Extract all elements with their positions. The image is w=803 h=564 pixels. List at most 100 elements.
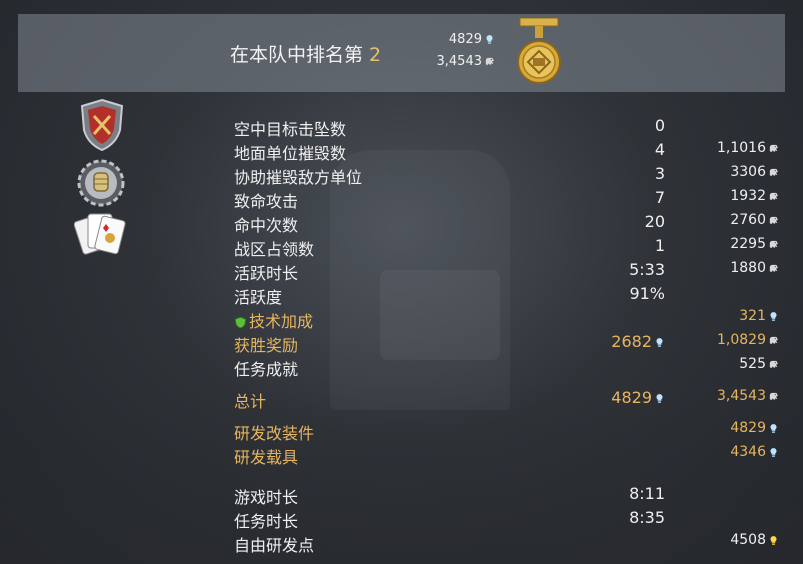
research-mods-row: 研发改装件 4829 bbox=[234, 418, 779, 443]
stat-reward-value: 3306 bbox=[730, 164, 766, 180]
stat-label: 空中目标击坠数 bbox=[234, 120, 347, 139]
research-point-icon bbox=[654, 337, 665, 348]
total-silver: 3,4543 bbox=[717, 388, 779, 404]
total-rp-value: 4829 bbox=[611, 388, 652, 407]
silver-lion-icon bbox=[768, 167, 779, 178]
game-time-label: 游戏时长 bbox=[234, 488, 299, 507]
stat-label: 活跃时长 bbox=[234, 264, 299, 283]
stat-value: 91% bbox=[629, 284, 665, 303]
silver-lion-icon bbox=[768, 239, 779, 250]
victory-silver-value: 1,0829 bbox=[717, 332, 766, 348]
mission-achievement-row: 任务成就 525 bbox=[234, 354, 779, 379]
total-silver-value: 3,4543 bbox=[717, 388, 766, 404]
stat-value: 4 bbox=[654, 140, 665, 159]
victory-reward-rp: 2682 bbox=[611, 332, 665, 351]
stat-value: 20 bbox=[644, 212, 665, 231]
victory-reward-row: 获胜奖励 2682 1,0829 bbox=[234, 330, 779, 355]
stat-reward-value: 1932 bbox=[730, 188, 766, 204]
tech-bonus-row: 技术加成 321 bbox=[234, 306, 779, 332]
stat-label: 命中次数 bbox=[234, 216, 299, 235]
stat-value: 0 bbox=[654, 116, 665, 135]
research-vehicle-value: 4346 bbox=[730, 444, 766, 460]
research-mods-reward: 4829 bbox=[730, 420, 779, 436]
header-silver-value: 3,4543 bbox=[436, 54, 483, 69]
shield-award-icon[interactable] bbox=[78, 98, 126, 152]
mission-time-value: 8:35 bbox=[629, 508, 665, 527]
free-rp-row: 自由研发点 4508 bbox=[234, 530, 779, 555]
victory-reward-silver: 1,0829 bbox=[717, 332, 779, 348]
header-silver-lions: 3,4543 bbox=[437, 54, 496, 69]
stat-value: 5:33 bbox=[629, 260, 665, 279]
mission-time-label: 任务时长 bbox=[234, 512, 299, 531]
mission-achievement-value: 525 bbox=[739, 356, 766, 372]
free-rp-value: 4508 bbox=[730, 532, 766, 548]
victory-rp-value: 2682 bbox=[611, 332, 652, 351]
stat-label: 战区占领数 bbox=[234, 240, 315, 259]
game-time-row: 游戏时长 8:11 bbox=[234, 482, 779, 507]
stat-value: 7 bbox=[654, 188, 665, 207]
silver-lion-icon bbox=[768, 391, 779, 402]
result-header: 在本队中排名第 2 4829 3,4543 bbox=[18, 14, 785, 92]
tech-bonus-text: 技术加成 bbox=[249, 312, 314, 331]
stat-reward: 1932 bbox=[730, 188, 779, 204]
total-rp: 4829 bbox=[611, 388, 665, 407]
stat-reward: 2295 bbox=[730, 236, 779, 252]
stat-label: 协助摧毁敌方单位 bbox=[234, 168, 363, 187]
mission-time-row: 任务时长 8:35 bbox=[234, 506, 779, 531]
silver-lion-icon bbox=[768, 359, 779, 370]
stat-row: 活跃度 91% bbox=[234, 282, 779, 307]
research-mods-label: 研发改装件 bbox=[234, 424, 315, 443]
tech-bonus-reward: 321 bbox=[739, 308, 779, 324]
stat-reward: 1,1016 bbox=[717, 140, 779, 156]
stat-row: 空中目标击坠数 0 bbox=[234, 114, 779, 139]
fist-gear-award-icon[interactable] bbox=[77, 156, 125, 210]
stat-row: 战区占领数 1 2295 bbox=[234, 234, 779, 259]
mission-achievement-reward: 525 bbox=[739, 356, 779, 372]
stat-reward-value: 2295 bbox=[730, 236, 766, 252]
research-vehicle-reward: 4346 bbox=[730, 444, 779, 460]
silver-lion-icon bbox=[768, 215, 779, 226]
research-point-icon bbox=[768, 447, 779, 458]
research-mods-value: 4829 bbox=[730, 420, 766, 436]
stat-value: 3 bbox=[654, 164, 665, 183]
research-point-icon bbox=[768, 423, 779, 434]
stat-reward: 3306 bbox=[730, 164, 779, 180]
tech-bonus-value: 321 bbox=[739, 308, 766, 324]
silver-lion-icon bbox=[768, 191, 779, 202]
stat-label: 活跃度 bbox=[234, 288, 283, 307]
silver-lion-icon bbox=[768, 263, 779, 274]
gold-bulb-icon bbox=[768, 535, 779, 546]
gold-medal-icon[interactable] bbox=[516, 18, 562, 90]
rank-number: 2 bbox=[369, 44, 382, 66]
playing-cards-award-icon[interactable] bbox=[74, 208, 126, 266]
stat-value: 1 bbox=[654, 236, 665, 255]
research-point-icon bbox=[484, 34, 495, 45]
stat-row: 地面单位摧毁数 4 1,1016 bbox=[234, 138, 779, 163]
header-rp-value: 4829 bbox=[448, 32, 482, 47]
tech-bonus-label: 技术加成 bbox=[234, 308, 313, 332]
stat-reward: 1880 bbox=[730, 260, 779, 276]
stat-reward-value: 1880 bbox=[730, 260, 766, 276]
research-point-icon bbox=[768, 311, 779, 322]
stat-reward-value: 1,1016 bbox=[717, 140, 766, 156]
research-vehicle-label: 研发载具 bbox=[234, 448, 299, 467]
stat-row: 活跃时长 5:33 1880 bbox=[234, 258, 779, 283]
rank-prefix: 在本队中排名第 bbox=[230, 44, 364, 66]
research-vehicle-row: 研发载具 4346 bbox=[234, 442, 779, 467]
header-research-points: 4829 bbox=[449, 32, 495, 47]
stat-row: 致命攻击 7 1932 bbox=[234, 186, 779, 211]
stat-row: 协助摧毁敌方单位 3 3306 bbox=[234, 162, 779, 187]
mission-achievement-label: 任务成就 bbox=[234, 360, 299, 379]
team-rank-text: 在本队中排名第 2 bbox=[230, 40, 381, 67]
stat-row: 命中次数 20 2760 bbox=[234, 210, 779, 235]
silver-lion-icon bbox=[768, 335, 779, 346]
free-rp-label: 自由研发点 bbox=[234, 536, 315, 555]
silver-lion-icon bbox=[768, 143, 779, 154]
stat-reward: 2760 bbox=[730, 212, 779, 228]
total-row: 总计 4829 3,4543 bbox=[234, 386, 779, 411]
stat-reward-value: 2760 bbox=[730, 212, 766, 228]
research-point-icon bbox=[654, 393, 665, 404]
silver-lion-icon bbox=[484, 56, 495, 67]
victory-reward-label: 获胜奖励 bbox=[234, 336, 299, 355]
free-rp-reward: 4508 bbox=[730, 532, 779, 548]
